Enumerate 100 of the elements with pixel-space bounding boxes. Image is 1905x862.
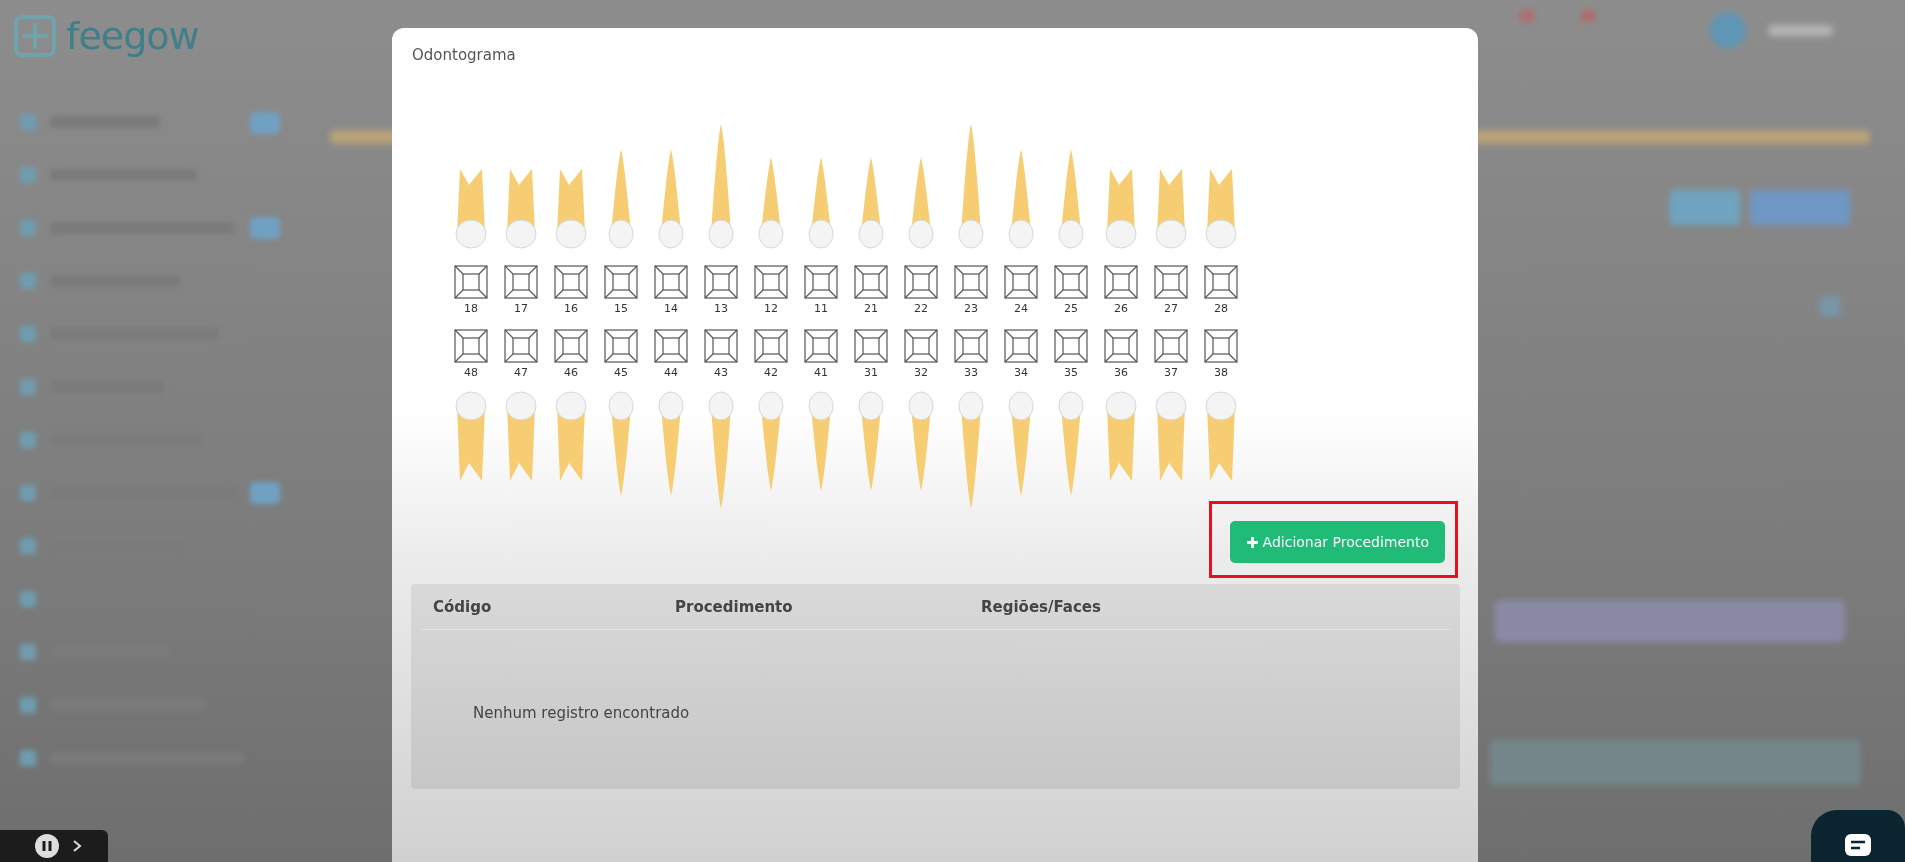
tooth-number: 46: [564, 366, 578, 379]
tooth-icon: [908, 157, 934, 249]
tooth-icon: [1008, 149, 1034, 249]
notification-badge: [1519, 10, 1535, 22]
add-procedure-button[interactable]: Adicionar Procedimento: [1229, 521, 1445, 563]
chat-icon: [1843, 832, 1873, 858]
tooth-faces-icon[interactable]: [1104, 329, 1138, 363]
tooth-icon: [1105, 391, 1137, 481]
tooth-faces-icon[interactable]: [1154, 265, 1188, 299]
tooth-icon: [808, 157, 834, 249]
tooth-number: 27: [1164, 302, 1178, 315]
tooth-number: 28: [1214, 302, 1228, 315]
tooth-number: 44: [664, 366, 678, 379]
tooth-number: 31: [864, 366, 878, 379]
tooth-icon: [455, 169, 487, 249]
tooth-icon: [958, 124, 984, 249]
dialog-title: Odontograma: [411, 45, 517, 66]
tooth-number: 18: [464, 302, 478, 315]
tooth-number: 11: [814, 302, 828, 315]
tooth-icon: [608, 149, 634, 249]
tooth-icon: [1105, 169, 1137, 249]
column-header: Regiões/Faces: [981, 598, 1101, 616]
tooth-faces-icon[interactable]: [804, 329, 838, 363]
tooth-faces-icon[interactable]: [704, 329, 738, 363]
tooth-number: 38: [1214, 366, 1228, 379]
tooth-number: 33: [964, 366, 978, 379]
tooth-faces-icon[interactable]: [654, 329, 688, 363]
tooth-icon: [1155, 169, 1187, 249]
tooth-number: 25: [1064, 302, 1078, 315]
tooth-number: 32: [914, 366, 928, 379]
app-logo: feegow: [66, 14, 199, 58]
logo-icon: [12, 13, 58, 59]
tooth-icon: [455, 391, 487, 481]
tooth-number: 48: [464, 366, 478, 379]
tooth-icon: [808, 391, 834, 491]
tooth-icon: [758, 157, 784, 249]
tooth-faces-icon[interactable]: [1204, 329, 1238, 363]
tooth-faces-icon[interactable]: [904, 329, 938, 363]
tooth-faces-icon[interactable]: [604, 265, 638, 299]
tooth-icon: [708, 124, 734, 249]
tooth-icon: [908, 391, 934, 491]
tooth-faces-icon[interactable]: [704, 265, 738, 299]
chevron-right-icon[interactable]: [72, 839, 82, 853]
tooth-faces-icon[interactable]: [1004, 329, 1038, 363]
tooth-icon: [1205, 169, 1237, 249]
tooth-number: 37: [1164, 366, 1178, 379]
tooth-number: 12: [764, 302, 778, 315]
tooth-number: 16: [564, 302, 578, 315]
tooth-number: 21: [864, 302, 878, 315]
empty-message: Nenhum registro encontrado: [473, 704, 691, 722]
tooth-number: 14: [664, 302, 678, 315]
tooth-icon: [1058, 149, 1084, 249]
tooth-faces-icon[interactable]: [654, 265, 688, 299]
tooth-icon: [555, 391, 587, 481]
tooth-number: 41: [814, 366, 828, 379]
blurred-user-name: [1768, 25, 1833, 36]
tooth-faces-icon[interactable]: [1104, 265, 1138, 299]
tooth-faces-icon[interactable]: [554, 329, 588, 363]
tooth-icon: [505, 169, 537, 249]
tooth-faces-icon[interactable]: [854, 265, 888, 299]
tooth-faces-icon[interactable]: [754, 329, 788, 363]
tooth-faces-icon[interactable]: [454, 265, 488, 299]
tooth-icon: [1008, 391, 1034, 496]
tooth-faces-icon[interactable]: [904, 265, 938, 299]
tooth-icon: [858, 157, 884, 249]
tooth-number: 22: [914, 302, 928, 315]
tooth-faces-icon[interactable]: [504, 329, 538, 363]
tooth-faces-icon[interactable]: [1054, 329, 1088, 363]
tooth-faces-icon[interactable]: [754, 265, 788, 299]
tooth-number: 43: [714, 366, 728, 379]
tooth-icon: [958, 391, 984, 509]
tooth-number: 13: [714, 302, 728, 315]
pause-icon[interactable]: [34, 833, 60, 859]
tooth-faces-icon[interactable]: [554, 265, 588, 299]
tooth-icon: [555, 169, 587, 249]
tooth-faces-icon[interactable]: [854, 329, 888, 363]
tooth-faces-icon[interactable]: [504, 265, 538, 299]
tooth-number: 26: [1114, 302, 1128, 315]
tooth-faces-icon[interactable]: [454, 329, 488, 363]
tooth-faces-icon[interactable]: [604, 329, 638, 363]
tooth-icon: [505, 391, 537, 481]
tooth-number: 24: [1014, 302, 1028, 315]
tooth-faces-icon[interactable]: [954, 329, 988, 363]
chat-button[interactable]: [1811, 810, 1905, 862]
tooth-faces-icon[interactable]: [1204, 265, 1238, 299]
tooth-number: 42: [764, 366, 778, 379]
plus-icon: [1245, 535, 1259, 549]
tooth-number: 34: [1014, 366, 1028, 379]
tooth-icon: [608, 391, 634, 496]
tooth-faces-icon[interactable]: [1054, 265, 1088, 299]
tooth-icon: [658, 391, 684, 496]
tooth-faces-icon[interactable]: [954, 265, 988, 299]
tooth-icon: [708, 391, 734, 509]
tooth-icon: [1058, 391, 1084, 496]
column-header: Código: [433, 598, 492, 616]
tooth-number: 35: [1064, 366, 1078, 379]
tooth-faces-icon[interactable]: [804, 265, 838, 299]
tooth-faces-icon[interactable]: [1154, 329, 1188, 363]
tooth-faces-icon[interactable]: [1004, 265, 1038, 299]
tooth-number: 45: [614, 366, 628, 379]
